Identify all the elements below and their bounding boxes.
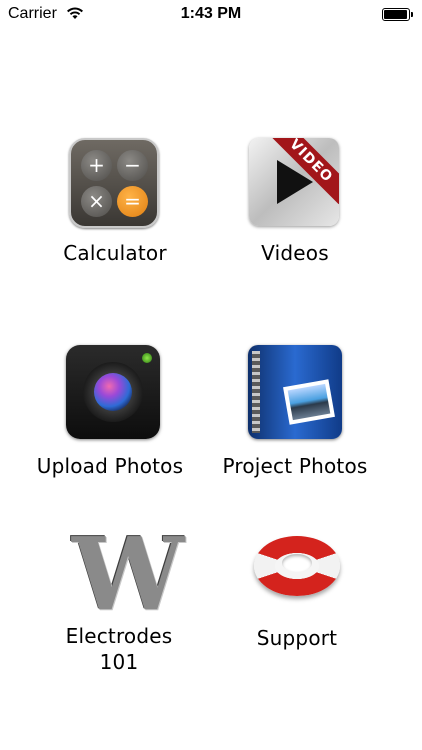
clock: 1:43 PM: [180, 5, 242, 22]
electrode-w-glyph: W: [72, 515, 185, 633]
album-spine: [252, 351, 260, 433]
camera-icon[interactable]: [66, 345, 160, 439]
videos-tile[interactable]: VIDEO Videos: [195, 138, 395, 278]
video-icon[interactable]: VIDEO: [249, 138, 343, 232]
photo-album-icon[interactable]: [248, 345, 342, 439]
electrode-icon[interactable]: W: [72, 524, 184, 624]
calculator-tile[interactable]: + − × = Calculator: [15, 138, 215, 278]
lens-icon: [94, 373, 132, 411]
status-bar: Carrier 1:43 PM: [0, 0, 422, 30]
calculator-icon[interactable]: + − × =: [69, 138, 163, 232]
project-photos-tile[interactable]: Project Photos: [195, 345, 395, 485]
buoy-hole: [282, 554, 312, 572]
battery-icon: [382, 8, 410, 21]
electrodes-tile[interactable]: W Electrodes 101: [19, 524, 219, 674]
life-buoy-icon[interactable]: [250, 530, 344, 624]
plus-key: +: [81, 150, 112, 181]
support-tile[interactable]: Support: [197, 530, 397, 670]
electrodes-label[interactable]: Electrodes 101: [19, 623, 219, 675]
support-label[interactable]: Support: [197, 626, 397, 650]
minus-key: −: [117, 150, 148, 181]
flash-indicator: [142, 353, 152, 363]
equals-key: =: [117, 186, 148, 217]
videos-label[interactable]: Videos: [195, 241, 395, 265]
battery-cap: [411, 12, 413, 17]
album-photo: [283, 379, 335, 425]
project-photos-label[interactable]: Project Photos: [195, 454, 395, 478]
upload-photos-label[interactable]: Upload Photos: [10, 454, 210, 478]
upload-photos-tile[interactable]: Upload Photos: [10, 345, 210, 485]
calculator-label[interactable]: Calculator: [15, 241, 215, 265]
multiply-key: ×: [81, 186, 112, 217]
